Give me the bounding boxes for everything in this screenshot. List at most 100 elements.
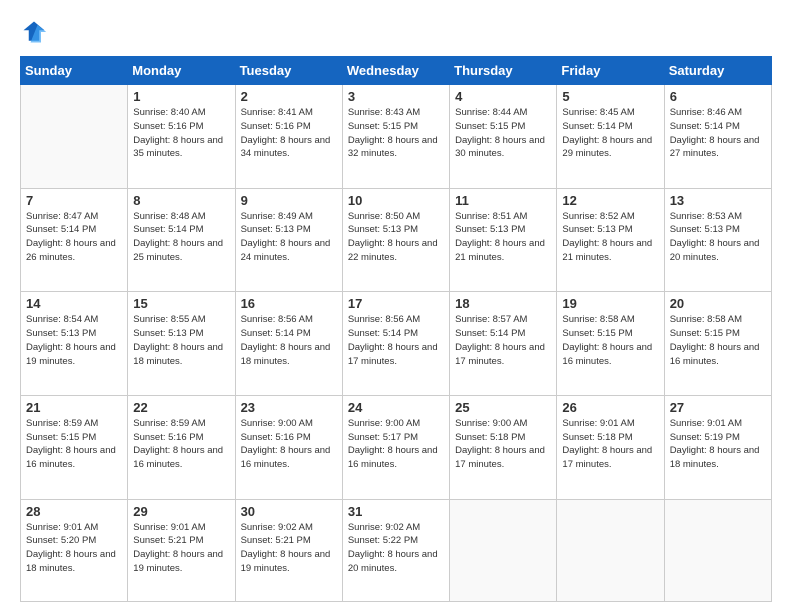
day-info: Sunrise: 8:45 AM Sunset: 5:14 PM Dayligh… [562,106,658,161]
calendar-cell: 28 Sunrise: 9:01 AM Sunset: 5:20 PM Dayli… [21,499,128,602]
day-info: Sunrise: 9:00 AM Sunset: 5:18 PM Dayligh… [455,417,551,472]
calendar-cell [664,499,771,602]
calendar-cell: 29 Sunrise: 9:01 AM Sunset: 5:21 PM Dayli… [128,499,235,602]
calendar-cell: 27 Sunrise: 9:01 AM Sunset: 5:19 PM Dayli… [664,395,771,499]
day-number: 30 [241,504,337,519]
day-number: 12 [562,193,658,208]
calendar-cell: 26 Sunrise: 9:01 AM Sunset: 5:18 PM Dayli… [557,395,664,499]
calendar-cell: 15 Sunrise: 8:55 AM Sunset: 5:13 PM Dayli… [128,292,235,396]
calendar-cell: 30 Sunrise: 9:02 AM Sunset: 5:21 PM Dayli… [235,499,342,602]
day-info: Sunrise: 8:49 AM Sunset: 5:13 PM Dayligh… [241,210,337,265]
day-number: 5 [562,89,658,104]
calendar-cell [557,499,664,602]
calendar-header-row: SundayMondayTuesdayWednesdayThursdayFrid… [21,57,772,85]
calendar-cell: 22 Sunrise: 8:59 AM Sunset: 5:16 PM Dayli… [128,395,235,499]
calendar-cell: 13 Sunrise: 8:53 AM Sunset: 5:13 PM Dayli… [664,188,771,292]
calendar-cell: 9 Sunrise: 8:49 AM Sunset: 5:13 PM Daylig… [235,188,342,292]
day-info: Sunrise: 9:01 AM Sunset: 5:19 PM Dayligh… [670,417,766,472]
day-number: 8 [133,193,229,208]
calendar-cell: 19Sunrise: 8:58 AM Sunset: 5:15 PM Dayli… [557,292,664,396]
calendar-week-row: 7Sunrise: 8:47 AM Sunset: 5:14 PM Daylig… [21,188,772,292]
day-number: 2 [241,89,337,104]
calendar-cell [450,499,557,602]
day-info: Sunrise: 8:59 AM Sunset: 5:15 PM Dayligh… [26,417,122,472]
calendar-cell: 3 Sunrise: 8:43 AM Sunset: 5:15 PM Daylig… [342,85,449,189]
weekday-header-thursday: Thursday [450,57,557,85]
calendar-cell: 8 Sunrise: 8:48 AM Sunset: 5:14 PM Daylig… [128,188,235,292]
weekday-header-friday: Friday [557,57,664,85]
weekday-header-saturday: Saturday [664,57,771,85]
calendar-cell: 18 Sunrise: 8:57 AM Sunset: 5:14 PM Dayli… [450,292,557,396]
day-number: 9 [241,193,337,208]
day-number: 20 [670,296,766,311]
calendar-cell: 17 Sunrise: 8:56 AM Sunset: 5:14 PM Dayli… [342,292,449,396]
calendar-cell: 4Sunrise: 8:44 AM Sunset: 5:15 PM Daylig… [450,85,557,189]
day-info: Sunrise: 9:01 AM Sunset: 5:20 PM Dayligh… [26,521,122,576]
calendar-cell: 10Sunrise: 8:50 AM Sunset: 5:13 PM Dayli… [342,188,449,292]
calendar-cell: 7Sunrise: 8:47 AM Sunset: 5:14 PM Daylig… [21,188,128,292]
day-info: Sunrise: 9:02 AM Sunset: 5:21 PM Dayligh… [241,521,337,576]
day-number: 3 [348,89,444,104]
day-number: 11 [455,193,551,208]
day-info: Sunrise: 8:43 AM Sunset: 5:15 PM Dayligh… [348,106,444,161]
day-info: Sunrise: 9:01 AM Sunset: 5:21 PM Dayligh… [133,521,229,576]
calendar-week-row: 14 Sunrise: 8:54 AM Sunset: 5:13 PM Dayli… [21,292,772,396]
day-number: 27 [670,400,766,415]
calendar-cell: 16Sunrise: 8:56 AM Sunset: 5:14 PM Dayli… [235,292,342,396]
calendar-week-row: 1Sunrise: 8:40 AM Sunset: 5:16 PM Daylig… [21,85,772,189]
day-number: 14 [26,296,122,311]
logo [20,18,52,46]
calendar-cell: 2Sunrise: 8:41 AM Sunset: 5:16 PM Daylig… [235,85,342,189]
day-number: 23 [241,400,337,415]
day-number: 17 [348,296,444,311]
calendar-cell: 1Sunrise: 8:40 AM Sunset: 5:16 PM Daylig… [128,85,235,189]
calendar-cell: 12Sunrise: 8:52 AM Sunset: 5:13 PM Dayli… [557,188,664,292]
weekday-header-tuesday: Tuesday [235,57,342,85]
calendar-cell: 11 Sunrise: 8:51 AM Sunset: 5:13 PM Dayli… [450,188,557,292]
calendar-cell: 6 Sunrise: 8:46 AM Sunset: 5:14 PM Daylig… [664,85,771,189]
day-info: Sunrise: 9:00 AM Sunset: 5:16 PM Dayligh… [241,417,337,472]
day-number: 21 [26,400,122,415]
day-info: Sunrise: 9:01 AM Sunset: 5:18 PM Dayligh… [562,417,658,472]
day-number: 25 [455,400,551,415]
day-number: 28 [26,504,122,519]
day-number: 15 [133,296,229,311]
day-info: Sunrise: 8:53 AM Sunset: 5:13 PM Dayligh… [670,210,766,265]
calendar-cell: 25 Sunrise: 9:00 AM Sunset: 5:18 PM Dayli… [450,395,557,499]
calendar-week-row: 21 Sunrise: 8:59 AM Sunset: 5:15 PM Dayli… [21,395,772,499]
calendar-cell [21,85,128,189]
day-number: 10 [348,193,444,208]
day-info: Sunrise: 8:56 AM Sunset: 5:14 PM Dayligh… [348,313,444,368]
day-number: 31 [348,504,444,519]
day-number: 22 [133,400,229,415]
day-number: 24 [348,400,444,415]
day-info: Sunrise: 8:54 AM Sunset: 5:13 PM Dayligh… [26,313,122,368]
calendar-cell: 23 Sunrise: 9:00 AM Sunset: 5:16 PM Dayli… [235,395,342,499]
calendar-cell: 24Sunrise: 9:00 AM Sunset: 5:17 PM Dayli… [342,395,449,499]
day-number: 4 [455,89,551,104]
day-number: 13 [670,193,766,208]
day-info: Sunrise: 8:55 AM Sunset: 5:13 PM Dayligh… [133,313,229,368]
calendar-cell: 20Sunrise: 8:58 AM Sunset: 5:15 PM Dayli… [664,292,771,396]
day-number: 7 [26,193,122,208]
logo-icon [20,18,48,46]
day-number: 26 [562,400,658,415]
day-info: Sunrise: 8:48 AM Sunset: 5:14 PM Dayligh… [133,210,229,265]
day-info: Sunrise: 9:02 AM Sunset: 5:22 PM Dayligh… [348,521,444,576]
day-number: 1 [133,89,229,104]
day-info: Sunrise: 8:58 AM Sunset: 5:15 PM Dayligh… [562,313,658,368]
day-number: 18 [455,296,551,311]
day-info: Sunrise: 8:46 AM Sunset: 5:14 PM Dayligh… [670,106,766,161]
header [20,18,772,46]
calendar-table: SundayMondayTuesdayWednesdayThursdayFrid… [20,56,772,602]
page: SundayMondayTuesdayWednesdayThursdayFrid… [0,0,792,612]
day-info: Sunrise: 8:57 AM Sunset: 5:14 PM Dayligh… [455,313,551,368]
day-info: Sunrise: 8:51 AM Sunset: 5:13 PM Dayligh… [455,210,551,265]
day-info: Sunrise: 8:59 AM Sunset: 5:16 PM Dayligh… [133,417,229,472]
day-number: 6 [670,89,766,104]
calendar-cell: 14 Sunrise: 8:54 AM Sunset: 5:13 PM Dayli… [21,292,128,396]
calendar-week-row: 28 Sunrise: 9:01 AM Sunset: 5:20 PM Dayli… [21,499,772,602]
day-number: 29 [133,504,229,519]
day-info: Sunrise: 8:56 AM Sunset: 5:14 PM Dayligh… [241,313,337,368]
weekday-header-monday: Monday [128,57,235,85]
